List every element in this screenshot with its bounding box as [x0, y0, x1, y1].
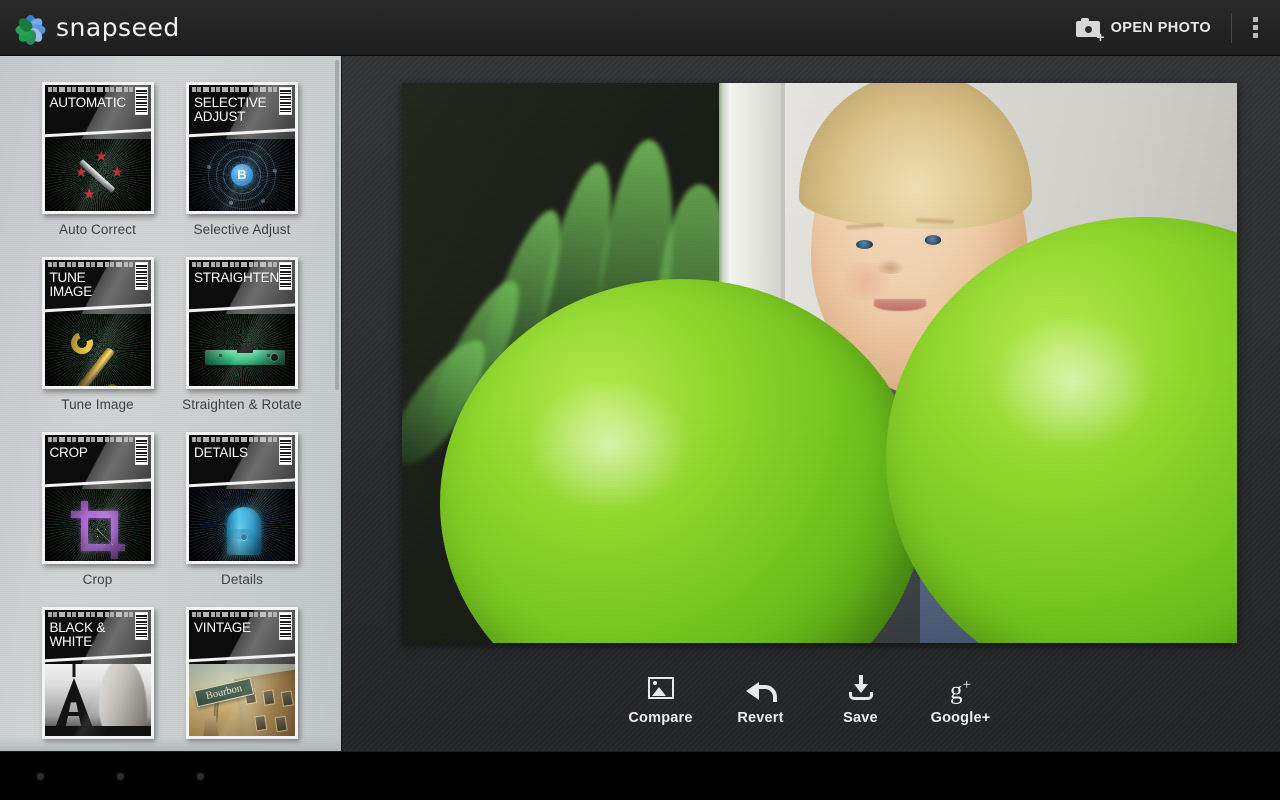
open-photo-button[interactable]: + OPEN PHOTO	[1066, 0, 1225, 56]
filter-thumbnail: CROP	[42, 432, 154, 564]
snapseed-app-window: snapseed + OPEN PHOTO	[0, 0, 1280, 800]
card-title: DETAILS	[194, 446, 275, 460]
filter-item-details[interactable]: DETAILS Details	[171, 432, 314, 607]
save-label: Save	[843, 710, 878, 726]
photo-content	[402, 83, 1237, 643]
card-title: AUTOMATIC	[50, 96, 131, 110]
card-micro-text	[48, 437, 133, 442]
overflow-menu-button[interactable]	[1238, 0, 1272, 56]
barcode-icon	[135, 87, 148, 115]
filters-sidebar[interactable]: AUTOMATIC	[0, 56, 341, 751]
google-plus-label: Google+	[931, 710, 991, 726]
filter-thumbnail: DETAILS	[186, 432, 298, 564]
save-button[interactable]: Save	[811, 651, 911, 726]
filter-label: Crop	[83, 572, 113, 587]
revert-label: Revert	[737, 710, 783, 726]
system-navigation-bar	[0, 751, 1280, 800]
filter-label: Details	[221, 572, 263, 587]
image-compare-icon	[648, 673, 674, 703]
card-title: SELECTIVE ADJUST	[194, 96, 275, 123]
filter-item-black-and-white[interactable]: BLACK & WHITE	[26, 607, 169, 751]
filter-label: Selective Adjust	[194, 222, 291, 237]
filter-thumbnail: AUTOMATIC	[42, 82, 154, 214]
toolbar-divider	[1231, 13, 1232, 43]
photo-preview[interactable]	[402, 83, 1237, 643]
filter-thumbnail: STRAIGHTEN	[186, 257, 298, 389]
filter-item-straighten-rotate[interactable]: STRAIGHTEN	[171, 257, 314, 432]
filter-item-auto-correct[interactable]: AUTOMATIC	[26, 82, 169, 257]
revert-button[interactable]: Revert	[711, 651, 811, 726]
card-micro-text	[48, 612, 133, 617]
card-title: BLACK & WHITE	[50, 621, 131, 648]
filter-thumbnail: SELECTIVE ADJUST B	[186, 82, 298, 214]
nav-back-button[interactable]	[0, 773, 80, 780]
nav-home-button[interactable]	[80, 773, 160, 780]
barcode-icon	[135, 612, 148, 640]
editor-canvas-area[interactable]	[341, 56, 1280, 751]
filter-item-selective-adjust[interactable]: SELECTIVE ADJUST B	[171, 82, 314, 257]
nav-recents-button[interactable]	[160, 773, 240, 780]
card-micro-text	[192, 437, 277, 442]
sidebar-scrollbar[interactable]	[335, 60, 339, 390]
filter-item-crop[interactable]: CROP	[26, 432, 169, 607]
open-photo-label: OPEN PHOTO	[1111, 20, 1211, 36]
card-micro-text	[192, 612, 277, 617]
barcode-icon	[279, 437, 292, 465]
filter-thumbnail: TUNE IMAGE	[42, 257, 154, 389]
barcode-icon	[279, 87, 292, 115]
filter-label: Auto Correct	[59, 222, 136, 237]
top-bar-actions: + OPEN PHOTO	[1066, 0, 1280, 56]
camera-add-icon: +	[1076, 18, 1102, 38]
top-app-bar: snapseed + OPEN PHOTO	[0, 0, 1280, 56]
filter-label: Tune Image	[61, 397, 134, 412]
card-micro-text	[48, 262, 133, 267]
app-brand: snapseed	[0, 12, 180, 44]
barcode-icon	[279, 612, 292, 640]
filter-item-tune-image[interactable]: TUNE IMAGE Tune Image	[26, 257, 169, 432]
undo-arrow-icon	[746, 673, 776, 703]
google-plus-icon: g+	[950, 673, 971, 703]
filter-grid: AUTOMATIC	[0, 56, 341, 751]
card-micro-text	[192, 262, 277, 267]
card-title: CROP	[50, 446, 131, 460]
card-title: STRAIGHTEN	[194, 271, 275, 285]
filter-item-vintage[interactable]: VINTAGE	[171, 607, 314, 751]
card-title: VINTAGE	[194, 621, 275, 635]
card-title: TUNE IMAGE	[50, 271, 131, 298]
barcode-icon	[279, 262, 292, 290]
filter-label: Straighten & Rotate	[182, 397, 302, 412]
barcode-icon	[135, 437, 148, 465]
nav-home-dot	[117, 773, 124, 780]
barcode-icon	[135, 262, 148, 290]
card-micro-text	[48, 87, 133, 92]
filter-thumbnail: VINTAGE	[186, 607, 298, 739]
snapseed-logo-icon	[14, 12, 46, 44]
card-micro-text	[192, 87, 277, 92]
compare-label: Compare	[628, 710, 692, 726]
nav-recents-dot	[197, 773, 204, 780]
filter-thumbnail: BLACK & WHITE	[42, 607, 154, 739]
google-plus-button[interactable]: g+ Google+	[911, 651, 1011, 726]
nav-back-dot	[37, 773, 44, 780]
compare-button[interactable]: Compare	[611, 651, 711, 726]
download-save-icon	[848, 673, 874, 703]
app-title: snapseed	[56, 13, 180, 42]
